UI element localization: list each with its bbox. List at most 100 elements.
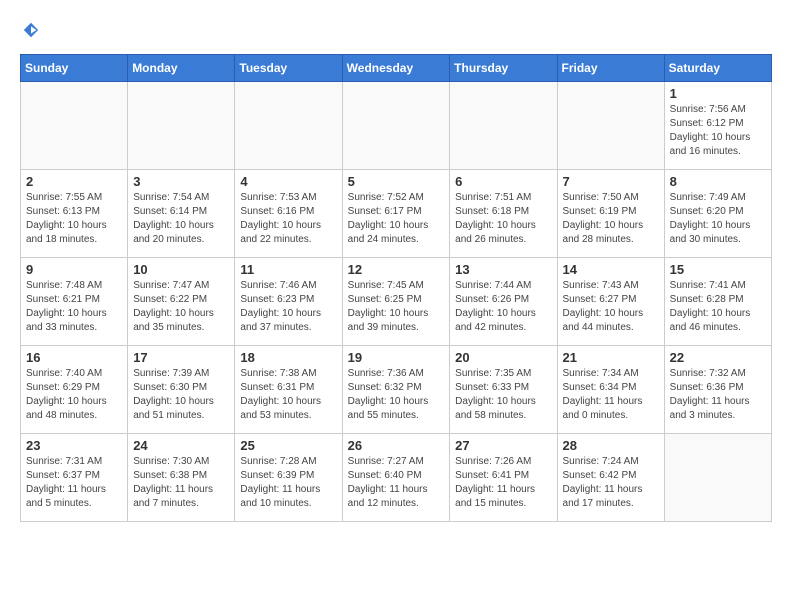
day-number: 25 bbox=[240, 438, 336, 453]
calendar-cell: 6 Sunrise: 7:51 AM Sunset: 6:18 PM Daylig… bbox=[450, 170, 557, 258]
logo bbox=[20, 20, 40, 44]
calendar-cell: 7Sunrise: 7:50 AM Sunset: 6:19 PM Daylig… bbox=[557, 170, 664, 258]
day-info: Sunrise: 7:45 AM Sunset: 6:25 PM Dayligh… bbox=[348, 279, 445, 335]
day-info: Sunrise: 7:55 AM Sunset: 6:13 PM Dayligh… bbox=[26, 191, 122, 247]
calendar-header-saturday: Saturday bbox=[664, 55, 771, 82]
calendar-cell: 8 Sunrise: 7:49 AM Sunset: 6:20 PM Daylig… bbox=[664, 170, 771, 258]
day-number: 7 bbox=[563, 174, 659, 189]
calendar-cell: 16Sunrise: 7:40 AM Sunset: 6:29 PM Dayli… bbox=[21, 346, 128, 434]
calendar-header-tuesday: Tuesday bbox=[235, 55, 342, 82]
day-info: Sunrise: 7:30 AM Sunset: 6:38 PM Dayligh… bbox=[133, 455, 229, 511]
day-info: Sunrise: 7:38 AM Sunset: 6:31 PM Dayligh… bbox=[240, 367, 336, 423]
day-info: Sunrise: 7:31 AM Sunset: 6:37 PM Dayligh… bbox=[26, 455, 122, 511]
day-number: 11 bbox=[240, 262, 336, 277]
day-number: 16 bbox=[26, 350, 122, 365]
calendar-cell bbox=[21, 82, 128, 170]
day-number: 28 bbox=[563, 438, 659, 453]
day-number: 18 bbox=[240, 350, 336, 365]
day-number: 27 bbox=[455, 438, 551, 453]
day-number: 17 bbox=[133, 350, 229, 365]
calendar-cell: 23 Sunrise: 7:31 AM Sunset: 6:37 PM Dayli… bbox=[21, 434, 128, 522]
calendar-cell: 22Sunrise: 7:32 AM Sunset: 6:36 PM Dayli… bbox=[664, 346, 771, 434]
day-info: Sunrise: 7:28 AM Sunset: 6:39 PM Dayligh… bbox=[240, 455, 336, 511]
day-info: Sunrise: 7:52 AM Sunset: 6:17 PM Dayligh… bbox=[348, 191, 445, 247]
day-number: 4 bbox=[240, 174, 336, 189]
calendar-week-3: 16Sunrise: 7:40 AM Sunset: 6:29 PM Dayli… bbox=[21, 346, 772, 434]
calendar-cell: 17 Sunrise: 7:39 AM Sunset: 6:30 PM Dayli… bbox=[128, 346, 235, 434]
day-number: 15 bbox=[670, 262, 766, 277]
calendar-cell: 24 Sunrise: 7:30 AM Sunset: 6:38 PM Dayli… bbox=[128, 434, 235, 522]
calendar-cell: 12 Sunrise: 7:45 AM Sunset: 6:25 PM Dayli… bbox=[342, 258, 450, 346]
calendar-header-sunday: Sunday bbox=[21, 55, 128, 82]
calendar-cell bbox=[128, 82, 235, 170]
calendar-cell: 25 Sunrise: 7:28 AM Sunset: 6:39 PM Dayli… bbox=[235, 434, 342, 522]
day-info: Sunrise: 7:46 AM Sunset: 6:23 PM Dayligh… bbox=[240, 279, 336, 335]
day-number: 10 bbox=[133, 262, 229, 277]
day-info: Sunrise: 7:41 AM Sunset: 6:28 PM Dayligh… bbox=[670, 279, 766, 335]
calendar-header-friday: Friday bbox=[557, 55, 664, 82]
day-info: Sunrise: 7:47 AM Sunset: 6:22 PM Dayligh… bbox=[133, 279, 229, 335]
calendar-cell: 9 Sunrise: 7:48 AM Sunset: 6:21 PM Daylig… bbox=[21, 258, 128, 346]
day-number: 20 bbox=[455, 350, 551, 365]
calendar-cell bbox=[235, 82, 342, 170]
calendar-cell: 20 Sunrise: 7:35 AM Sunset: 6:33 PM Dayli… bbox=[450, 346, 557, 434]
calendar-cell: 2 Sunrise: 7:55 AM Sunset: 6:13 PM Daylig… bbox=[21, 170, 128, 258]
calendar-cell: 27 Sunrise: 7:26 AM Sunset: 6:41 PM Dayli… bbox=[450, 434, 557, 522]
day-number: 1 bbox=[670, 86, 766, 101]
day-info: Sunrise: 7:54 AM Sunset: 6:14 PM Dayligh… bbox=[133, 191, 229, 247]
calendar-week-2: 9 Sunrise: 7:48 AM Sunset: 6:21 PM Daylig… bbox=[21, 258, 772, 346]
calendar-header-thursday: Thursday bbox=[450, 55, 557, 82]
logo-icon bbox=[22, 21, 40, 39]
day-number: 2 bbox=[26, 174, 122, 189]
page-header bbox=[20, 20, 772, 44]
calendar-cell: 3 Sunrise: 7:54 AM Sunset: 6:14 PM Daylig… bbox=[128, 170, 235, 258]
calendar-cell: 14Sunrise: 7:43 AM Sunset: 6:27 PM Dayli… bbox=[557, 258, 664, 346]
day-info: Sunrise: 7:36 AM Sunset: 6:32 PM Dayligh… bbox=[348, 367, 445, 423]
day-info: Sunrise: 7:56 AM Sunset: 6:12 PM Dayligh… bbox=[670, 103, 766, 159]
calendar-week-0: 1 Sunrise: 7:56 AM Sunset: 6:12 PM Daylig… bbox=[21, 82, 772, 170]
day-info: Sunrise: 7:27 AM Sunset: 6:40 PM Dayligh… bbox=[348, 455, 445, 511]
day-info: Sunrise: 7:39 AM Sunset: 6:30 PM Dayligh… bbox=[133, 367, 229, 423]
calendar-cell: 18 Sunrise: 7:38 AM Sunset: 6:31 PM Dayli… bbox=[235, 346, 342, 434]
day-info: Sunrise: 7:35 AM Sunset: 6:33 PM Dayligh… bbox=[455, 367, 551, 423]
calendar-cell bbox=[342, 82, 450, 170]
calendar-cell: 15 Sunrise: 7:41 AM Sunset: 6:28 PM Dayli… bbox=[664, 258, 771, 346]
calendar-week-1: 2 Sunrise: 7:55 AM Sunset: 6:13 PM Daylig… bbox=[21, 170, 772, 258]
day-number: 24 bbox=[133, 438, 229, 453]
calendar-cell: 10 Sunrise: 7:47 AM Sunset: 6:22 PM Dayli… bbox=[128, 258, 235, 346]
day-info: Sunrise: 7:44 AM Sunset: 6:26 PM Dayligh… bbox=[455, 279, 551, 335]
day-info: Sunrise: 7:48 AM Sunset: 6:21 PM Dayligh… bbox=[26, 279, 122, 335]
calendar-header-wednesday: Wednesday bbox=[342, 55, 450, 82]
calendar-cell bbox=[664, 434, 771, 522]
day-info: Sunrise: 7:49 AM Sunset: 6:20 PM Dayligh… bbox=[670, 191, 766, 247]
calendar-cell: 5 Sunrise: 7:52 AM Sunset: 6:17 PM Daylig… bbox=[342, 170, 450, 258]
day-number: 13 bbox=[455, 262, 551, 277]
calendar-cell: 26 Sunrise: 7:27 AM Sunset: 6:40 PM Dayli… bbox=[342, 434, 450, 522]
day-number: 26 bbox=[348, 438, 445, 453]
day-number: 8 bbox=[670, 174, 766, 189]
calendar-cell: 4Sunrise: 7:53 AM Sunset: 6:16 PM Daylig… bbox=[235, 170, 342, 258]
calendar-table: SundayMondayTuesdayWednesdayThursdayFrid… bbox=[20, 54, 772, 522]
calendar-week-4: 23 Sunrise: 7:31 AM Sunset: 6:37 PM Dayli… bbox=[21, 434, 772, 522]
day-number: 6 bbox=[455, 174, 551, 189]
day-info: Sunrise: 7:51 AM Sunset: 6:18 PM Dayligh… bbox=[455, 191, 551, 247]
calendar-cell: 13 Sunrise: 7:44 AM Sunset: 6:26 PM Dayli… bbox=[450, 258, 557, 346]
day-info: Sunrise: 7:24 AM Sunset: 6:42 PM Dayligh… bbox=[563, 455, 659, 511]
day-number: 3 bbox=[133, 174, 229, 189]
day-number: 22 bbox=[670, 350, 766, 365]
day-number: 9 bbox=[26, 262, 122, 277]
calendar-cell bbox=[450, 82, 557, 170]
day-info: Sunrise: 7:26 AM Sunset: 6:41 PM Dayligh… bbox=[455, 455, 551, 511]
calendar-header-monday: Monday bbox=[128, 55, 235, 82]
calendar-header-row: SundayMondayTuesdayWednesdayThursdayFrid… bbox=[21, 55, 772, 82]
day-number: 19 bbox=[348, 350, 445, 365]
calendar-cell: 11 Sunrise: 7:46 AM Sunset: 6:23 PM Dayli… bbox=[235, 258, 342, 346]
day-number: 12 bbox=[348, 262, 445, 277]
day-info: Sunrise: 7:43 AM Sunset: 6:27 PM Dayligh… bbox=[563, 279, 659, 335]
day-number: 5 bbox=[348, 174, 445, 189]
day-number: 23 bbox=[26, 438, 122, 453]
calendar-cell: 28 Sunrise: 7:24 AM Sunset: 6:42 PM Dayli… bbox=[557, 434, 664, 522]
calendar-cell: 19 Sunrise: 7:36 AM Sunset: 6:32 PM Dayli… bbox=[342, 346, 450, 434]
day-number: 21 bbox=[563, 350, 659, 365]
calendar-cell: 21Sunrise: 7:34 AM Sunset: 6:34 PM Dayli… bbox=[557, 346, 664, 434]
